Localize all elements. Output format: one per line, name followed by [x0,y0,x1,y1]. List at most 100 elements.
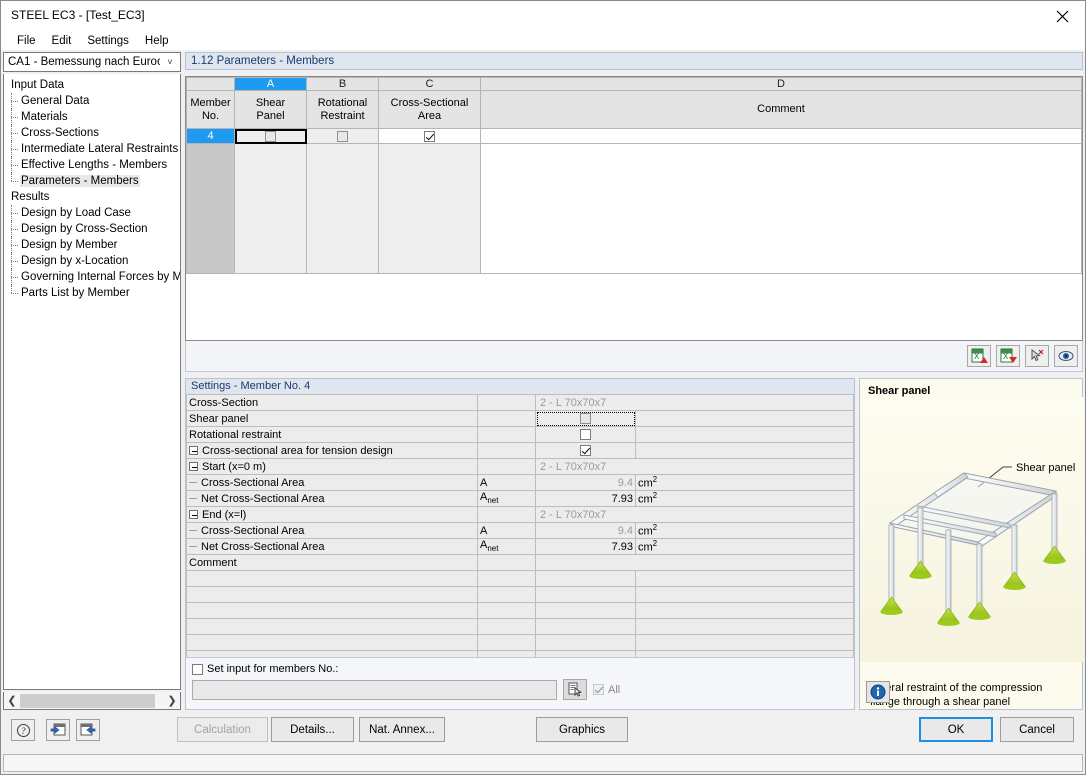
header-line-1: Cross-Sectional [390,96,469,109]
unit-exponent: 2 [652,491,658,501]
settings-checkbox-tension-area[interactable] [535,442,636,459]
settings-row-end[interactable]: End (x=l) 2 - L 70x70x7 [186,506,854,523]
checkbox-icon[interactable] [265,130,276,142]
grid-column-letter-c[interactable]: C [378,77,481,91]
pick-member-icon[interactable] [1025,345,1049,367]
checkbox-icon[interactable] [580,413,591,425]
settings-checkbox-rotational-restraint[interactable] [535,426,636,443]
export-to-excel-up-icon[interactable]: X [967,345,991,367]
settings-symbol [477,410,536,427]
settings-comment-input[interactable] [535,554,854,571]
navigator-horizontal-scrollbar[interactable]: ❮ ❯ [3,692,181,710]
empty-cell [477,602,536,619]
checkbox-icon[interactable] [337,130,348,142]
all-members-checkbox-group[interactable]: All [593,684,620,696]
grid-empty-area[interactable] [186,143,1082,274]
collapse-icon[interactable] [189,446,198,456]
settings-row-end-area[interactable]: Cross-Sectional Area A 9.4 cm2 [186,522,854,539]
graphics-button[interactable]: Graphics [536,717,628,742]
view-mode-icon[interactable] [1054,345,1078,367]
cancel-button[interactable]: Cancel [1000,717,1074,742]
set-input-checkbox[interactable] [192,663,203,675]
settings-checkbox-shear-panel[interactable] [535,410,636,427]
chevron-right-icon[interactable]: ❯ [164,694,180,707]
next-module-icon[interactable] [76,719,100,741]
settings-label-text: Start (x=0 m) [202,460,266,473]
sidebar-item-materials[interactable]: Materials [8,109,180,125]
settings-label-text: Net Cross-Sectional Area [201,492,325,505]
sidebar-item-design-by-member[interactable]: Design by Member [8,237,180,253]
sidebar-item-parameters-members[interactable]: Parameters - Members [8,173,180,189]
settings-value-start-net-area[interactable]: 7.93 [535,490,636,507]
chevron-left-icon[interactable]: ❮ [4,694,20,707]
settings-row-start[interactable]: Start (x=0 m) 2 - L 70x70x7 [186,458,854,475]
ok-button[interactable]: OK [919,717,993,742]
menu-item-file[interactable]: File [9,34,44,48]
tree-group-input-data[interactable]: Input Data [8,77,180,93]
tree-group-results[interactable]: Results [8,189,180,205]
menu-item-settings[interactable]: Settings [79,34,137,48]
empty-cell [635,618,854,635]
grid-cell-cross-sectional-area[interactable] [378,128,481,144]
settings-value-end-section: 2 - L 70x70x7 [535,506,854,523]
grid-column-letter-a[interactable]: A [234,77,307,91]
settings-row-end-net-area[interactable]: Net Cross-Sectional Area Anet 7.93 cm2 [186,538,854,555]
checkbox-checked-icon[interactable] [593,684,604,695]
sidebar-item-design-by-x-location[interactable]: Design by x-Location [8,253,180,269]
settings-row-start-area[interactable]: Cross-Sectional Area A 9.4 cm2 [186,474,854,491]
national-annex-button[interactable]: Nat. Annex... [359,717,445,742]
previous-module-icon[interactable] [46,719,70,741]
pick-members-icon[interactable] [563,679,587,700]
grid-empty-row-header [186,143,235,274]
info-icon[interactable] [866,681,890,703]
import-from-excel-down-icon[interactable]: X [996,345,1020,367]
grid-cell-rotational-restraint[interactable] [306,128,379,144]
sidebar-item-governing-internal-forces[interactable]: Governing Internal Forces by M [8,269,180,285]
settings-label: Net Cross-Sectional Area [186,538,478,555]
grid-cell-comment[interactable] [480,128,1082,144]
chevron-down-icon[interactable]: ˅ [160,57,180,67]
sidebar-item-effective-lengths-members[interactable]: Effective Lengths - Members [8,157,180,173]
calculation-button[interactable]: Calculation [177,717,268,742]
settings-value-end-net-area[interactable]: 7.93 [535,538,636,555]
unit-exponent: 2 [652,475,658,485]
members-grid[interactable]: A B C D Member No. Shear Panel Rotationa… [185,76,1083,341]
sidebar-item-design-by-cross-section[interactable]: Design by Cross-Section [8,221,180,237]
collapse-icon[interactable] [189,510,198,520]
table-row[interactable]: 4 [186,128,1082,144]
settings-row-cross-section[interactable]: Cross-Section 2 - L 70x70x7 [186,394,854,411]
settings-row-start-net-area[interactable]: Net Cross-Sectional Area Anet 7.93 cm2 [186,490,854,507]
design-case-combobox[interactable]: CA1 - Bemessung nach Eurocod ˅ [3,52,181,72]
settings-label: Cross-sectional area for tension design [186,442,478,459]
grid-cell-shear-panel[interactable] [234,128,307,144]
settings-unit: cm2 [635,522,854,539]
checkbox-checked-icon[interactable] [424,130,435,142]
menu-item-edit[interactable]: Edit [44,34,80,48]
grid-column-letter-d[interactable]: D [480,77,1082,91]
navigator-tree[interactable]: Input Data General Data Materials Cross-… [3,74,181,690]
sidebar-item-design-by-load-case[interactable]: Design by Load Case [8,205,180,221]
set-input-row: Set input for members No.: [186,658,854,675]
sidebar-item-cross-sections[interactable]: Cross-Sections [8,125,180,141]
sidebar-item-label: Parameters - Members [20,175,140,187]
sidebar-item-general-data[interactable]: General Data [8,93,180,109]
help-icon[interactable]: ? [11,719,35,741]
close-icon[interactable] [1039,1,1085,31]
settings-row-tension-area[interactable]: Cross-sectional area for tension design [186,442,854,459]
scrollbar-track[interactable] [20,693,164,709]
sidebar-item-intermediate-lateral-restraints[interactable]: Intermediate Lateral Restraints [8,141,180,157]
scrollbar-thumb[interactable] [20,693,155,708]
collapse-icon[interactable] [189,462,198,472]
checkbox-icon[interactable] [580,429,591,441]
grid-row-header-4[interactable]: 4 [186,128,235,144]
settings-row-comment[interactable]: Comment [186,554,854,571]
grid-column-letter-b[interactable]: B [306,77,379,91]
settings-row-shear-panel[interactable]: Shear panel [186,410,854,427]
menu-item-help[interactable]: Help [137,34,177,48]
settings-row-rotational-restraint[interactable]: Rotational restraint [186,426,854,443]
sidebar-item-parts-list-by-member[interactable]: Parts List by Member [8,285,180,301]
settings-empty-row [186,602,854,619]
members-input[interactable] [192,679,557,700]
details-button[interactable]: Details... [271,717,354,742]
checkbox-checked-icon[interactable] [580,445,591,457]
